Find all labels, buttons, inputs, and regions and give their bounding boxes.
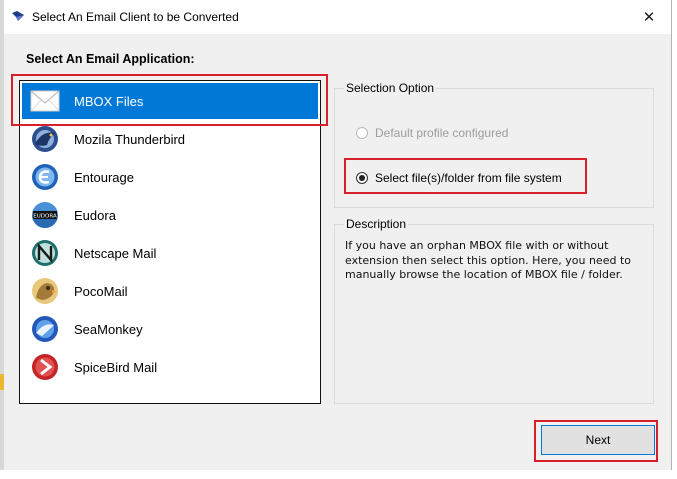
client-label: MBOX Files — [74, 94, 144, 109]
dialog-window: Select An Email Client to be Converted ✕… — [0, 0, 677, 479]
app-logo-icon — [12, 11, 24, 21]
client-label: Mozila Thunderbird — [74, 132, 186, 147]
title-bar[interactable]: Select An Email Client to be Converted ✕ — [4, 0, 671, 34]
next-button[interactable]: Next — [541, 425, 655, 455]
email-client-list[interactable]: MBOX Files Mozila Thunderbird Entourage … — [19, 80, 321, 404]
client-label: SpiceBird Mail — [74, 360, 158, 375]
list-item-netscape-mail[interactable]: Netscape Mail — [22, 235, 318, 271]
client-label: SeaMonkey — [74, 322, 143, 337]
client-label: Eudora — [74, 208, 116, 223]
dialog-content: Select An Email Application: MBOX Files — [4, 34, 671, 470]
list-item-spicebird-mail[interactable]: SpiceBird Mail — [22, 349, 318, 385]
eudora-icon: EUDORA — [32, 202, 58, 228]
client-list-heading: Select An Email Application: — [26, 52, 195, 66]
radio-label: Default profile configured — [375, 126, 509, 140]
radio-button[interactable] — [356, 127, 368, 139]
list-item-thunderbird[interactable]: Mozila Thunderbird — [22, 121, 318, 157]
list-item-entourage[interactable]: Entourage — [22, 159, 318, 195]
list-item-pocomail[interactable]: PocoMail — [22, 273, 318, 309]
spicebird-icon — [32, 354, 58, 380]
description-label: Description — [344, 217, 409, 231]
svg-text:EUDORA: EUDORA — [33, 214, 57, 220]
radio-select-from-file-system[interactable]: Select file(s)/folder from file system — [356, 171, 562, 185]
list-item-eudora[interactable]: EUDORA Eudora — [22, 197, 318, 233]
client-label: Netscape Mail — [74, 246, 157, 261]
window-edge-right — [671, 0, 672, 470]
selection-option-label: Selection Option — [344, 81, 437, 95]
radio-default-profile[interactable]: Default profile configured — [356, 126, 508, 140]
radio-button[interactable] — [356, 172, 368, 184]
client-label: Entourage — [74, 170, 134, 185]
client-label: PocoMail — [74, 284, 128, 299]
radio-label: Select file(s)/folder from file system — [375, 171, 562, 185]
pocomail-icon — [32, 278, 58, 304]
close-button[interactable]: ✕ — [632, 4, 666, 30]
netscape-icon — [32, 240, 58, 266]
envelope-icon — [30, 90, 60, 112]
list-item-seamonkey[interactable]: SeaMonkey — [22, 311, 318, 347]
seamonkey-icon — [32, 316, 58, 342]
window-title: Select An Email Client to be Converted — [32, 10, 239, 24]
description-text: If you have an orphan MBOX file with or … — [345, 239, 631, 281]
selection-option-group — [334, 88, 654, 208]
entourage-icon — [32, 164, 58, 190]
thunderbird-icon — [32, 126, 58, 152]
close-icon: ✕ — [642, 9, 656, 26]
list-item-mbox-files[interactable]: MBOX Files — [22, 83, 318, 119]
